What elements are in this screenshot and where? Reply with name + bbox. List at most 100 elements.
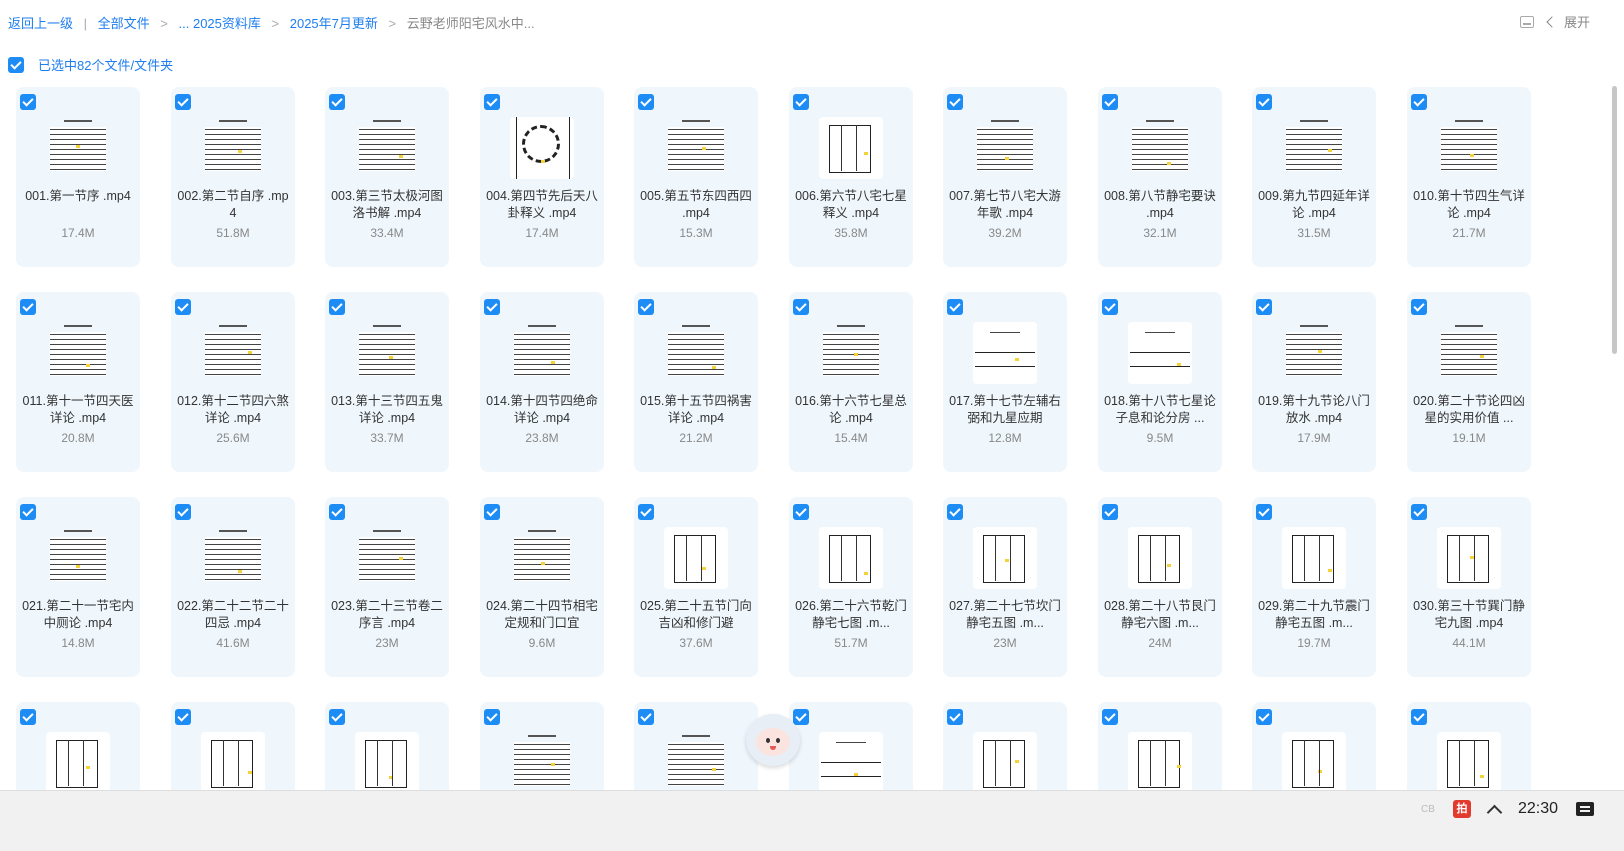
file-name[interactable]: 016.第十六节七星总论 .mp4 xyxy=(795,393,907,427)
file-card[interactable]: 009.第九节四延年详论 .mp4 31.5M xyxy=(1252,87,1376,267)
file-card[interactable] xyxy=(943,702,1067,790)
file-card[interactable]: 015.第十五节四祸害详论 .mp4 21.2M xyxy=(634,292,758,472)
file-card[interactable]: 029.第二十九节震门静宅五图 .m... 19.7M xyxy=(1252,497,1376,677)
file-checkbox[interactable] xyxy=(20,504,36,520)
chevron-up-icon[interactable] xyxy=(1486,804,1503,820)
file-checkbox[interactable] xyxy=(329,504,345,520)
file-checkbox[interactable] xyxy=(20,94,36,110)
file-name[interactable]: 026.第二十六节乾门静宅七图 .m... xyxy=(795,598,907,632)
file-checkbox[interactable] xyxy=(20,299,36,315)
file-card[interactable]: 013.第十三节四五鬼详论 .mp4 33.7M xyxy=(325,292,449,472)
file-name[interactable]: 002.第二节自序 .mp4 xyxy=(177,188,289,222)
file-checkbox[interactable] xyxy=(329,299,345,315)
file-name[interactable]: 009.第九节四延年详论 .mp4 xyxy=(1258,188,1370,222)
file-name[interactable]: 012.第十二节四六煞详论 .mp4 xyxy=(177,393,289,427)
file-card[interactable]: 022.第二十二节二十四忌 .mp4 41.6M xyxy=(171,497,295,677)
file-card[interactable]: 007.第七节八宅大游年歌 .mp4 39.2M xyxy=(943,87,1067,267)
file-card[interactable]: 016.第十六节七星总论 .mp4 15.4M xyxy=(789,292,913,472)
file-checkbox[interactable] xyxy=(638,94,654,110)
file-checkbox[interactable] xyxy=(947,709,963,725)
file-card[interactable]: 026.第二十六节乾门静宅七图 .m... 51.7M xyxy=(789,497,913,677)
file-card[interactable]: 004.第四节先后天八卦释义 .mp4 17.4M xyxy=(480,87,604,267)
file-name[interactable]: 014.第十四节四绝命详论 .mp4 xyxy=(486,393,598,427)
file-checkbox[interactable] xyxy=(1256,504,1272,520)
file-card[interactable]: 019.第十九节论八门放水 .mp4 17.9M xyxy=(1252,292,1376,472)
file-checkbox[interactable] xyxy=(329,709,345,725)
file-card[interactable]: 030.第三十节巽门静宅九图 .mp4 44.1M xyxy=(1407,497,1531,677)
tray-app-icon[interactable]: 拍 xyxy=(1452,800,1471,818)
breadcrumb-item-july[interactable]: 2025年7月更新 xyxy=(290,16,378,31)
file-card[interactable] xyxy=(1098,702,1222,790)
file-name[interactable]: 021.第二十一节宅内中厕论 .mp4 xyxy=(22,598,134,632)
file-card[interactable]: 008.第八节静宅要诀 .mp4 32.1M xyxy=(1098,87,1222,267)
file-checkbox[interactable] xyxy=(1411,709,1427,725)
file-card[interactable]: 025.第二十五节门向吉凶和修门避 37.6M xyxy=(634,497,758,677)
file-card[interactable]: 005.第五节东四西四 .mp4 15.3M xyxy=(634,87,758,267)
file-card[interactable]: 003.第三节太极河图洛书解 .mp4 33.4M xyxy=(325,87,449,267)
file-checkbox[interactable] xyxy=(175,504,191,520)
file-name[interactable]: 007.第七节八宅大游年歌 .mp4 xyxy=(949,188,1061,222)
file-checkbox[interactable] xyxy=(1411,299,1427,315)
file-checkbox[interactable] xyxy=(947,94,963,110)
file-card[interactable] xyxy=(325,702,449,790)
file-checkbox[interactable] xyxy=(793,299,809,315)
breadcrumb-root[interactable]: 全部文件 xyxy=(98,16,150,31)
file-name[interactable]: 019.第十九节论八门放水 .mp4 xyxy=(1258,393,1370,427)
file-card[interactable] xyxy=(16,702,140,790)
file-name[interactable]: 006.第六节八宅七星释义 .mp4 xyxy=(795,188,907,222)
file-checkbox[interactable] xyxy=(20,709,36,725)
file-name[interactable]: 010.第十节四生气详论 .mp4 xyxy=(1413,188,1525,222)
file-name[interactable]: 027.第二十七节坎门静宅五图 .m... xyxy=(949,598,1061,632)
file-checkbox[interactable] xyxy=(793,94,809,110)
file-card[interactable]: 028.第二十八节艮门静宅六图 .m... 24M xyxy=(1098,497,1222,677)
file-name[interactable]: 025.第二十五节门向吉凶和修门避 xyxy=(640,598,752,632)
breadcrumb-item-library[interactable]: ... 2025资料库 xyxy=(179,16,261,31)
file-checkbox[interactable] xyxy=(1102,504,1118,520)
scrollbar[interactable] xyxy=(1610,86,1620,790)
file-checkbox[interactable] xyxy=(484,504,500,520)
file-card[interactable]: 020.第二十节论四凶星的实用价值 ... 19.1M xyxy=(1407,292,1531,472)
expand-button[interactable]: 展开 xyxy=(1546,12,1590,31)
file-name[interactable]: 008.第八节静宅要诀 .mp4 xyxy=(1104,188,1216,222)
clock[interactable]: 22:30 xyxy=(1518,800,1558,818)
file-name[interactable]: 023.第二十三节卷二序言 .mp4 xyxy=(331,598,443,632)
back-link[interactable]: 返回上一级 xyxy=(8,16,73,31)
file-checkbox[interactable] xyxy=(175,94,191,110)
assistant-mascot[interactable] xyxy=(742,712,804,774)
file-card[interactable]: 017.第十七节左辅右弼和九星应期 12.8M xyxy=(943,292,1067,472)
file-name[interactable]: 020.第二十节论四凶星的实用价值 ... xyxy=(1413,393,1525,427)
file-name[interactable]: 028.第二十八节艮门静宅六图 .m... xyxy=(1104,598,1216,632)
file-checkbox[interactable] xyxy=(329,94,345,110)
file-name[interactable]: 018.第十八节七星论子息和论分房 ... xyxy=(1104,393,1216,427)
file-card[interactable] xyxy=(1407,702,1531,790)
file-checkbox[interactable] xyxy=(947,299,963,315)
file-name[interactable]: 011.第十一节四天医详论 .mp4 xyxy=(22,393,134,427)
file-card[interactable]: 021.第二十一节宅内中厕论 .mp4 14.8M xyxy=(16,497,140,677)
file-name[interactable]: 013.第十三节四五鬼详论 .mp4 xyxy=(331,393,443,427)
file-card[interactable]: 010.第十节四生气详论 .mp4 21.7M xyxy=(1407,87,1531,267)
file-checkbox[interactable] xyxy=(638,299,654,315)
file-name[interactable]: 001.第一节序 .mp4 xyxy=(22,188,134,205)
file-card[interactable]: 001.第一节序 .mp4 17.4M xyxy=(16,87,140,267)
select-all-checkbox[interactable] xyxy=(8,56,24,73)
panel-toggle-icon[interactable] xyxy=(1519,15,1534,28)
file-card[interactable]: 006.第六节八宅七星释义 .mp4 35.8M xyxy=(789,87,913,267)
file-card[interactable] xyxy=(171,702,295,790)
file-checkbox[interactable] xyxy=(1102,94,1118,110)
file-checkbox[interactable] xyxy=(484,709,500,725)
file-checkbox[interactable] xyxy=(1102,299,1118,315)
file-card[interactable]: 018.第十八节七星论子息和论分房 ... 9.5M xyxy=(1098,292,1222,472)
file-card[interactable]: 024.第二十四节相宅定规和门口宜 9.6M xyxy=(480,497,604,677)
file-card[interactable] xyxy=(789,702,913,790)
file-name[interactable]: 024.第二十四节相宅定规和门口宜 xyxy=(486,598,598,632)
file-name[interactable]: 022.第二十二节二十四忌 .mp4 xyxy=(177,598,289,632)
file-checkbox[interactable] xyxy=(1256,299,1272,315)
file-card[interactable]: 011.第十一节四天医详论 .mp4 20.8M xyxy=(16,292,140,472)
file-checkbox[interactable] xyxy=(793,504,809,520)
file-card[interactable]: 002.第二节自序 .mp4 51.8M xyxy=(171,87,295,267)
file-checkbox[interactable] xyxy=(638,709,654,725)
file-card[interactable]: 012.第十二节四六煞详论 .mp4 25.6M xyxy=(171,292,295,472)
scrollbar-thumb[interactable] xyxy=(1612,86,1617,354)
file-name[interactable]: 005.第五节东四西四 .mp4 xyxy=(640,188,752,222)
file-checkbox[interactable] xyxy=(484,299,500,315)
